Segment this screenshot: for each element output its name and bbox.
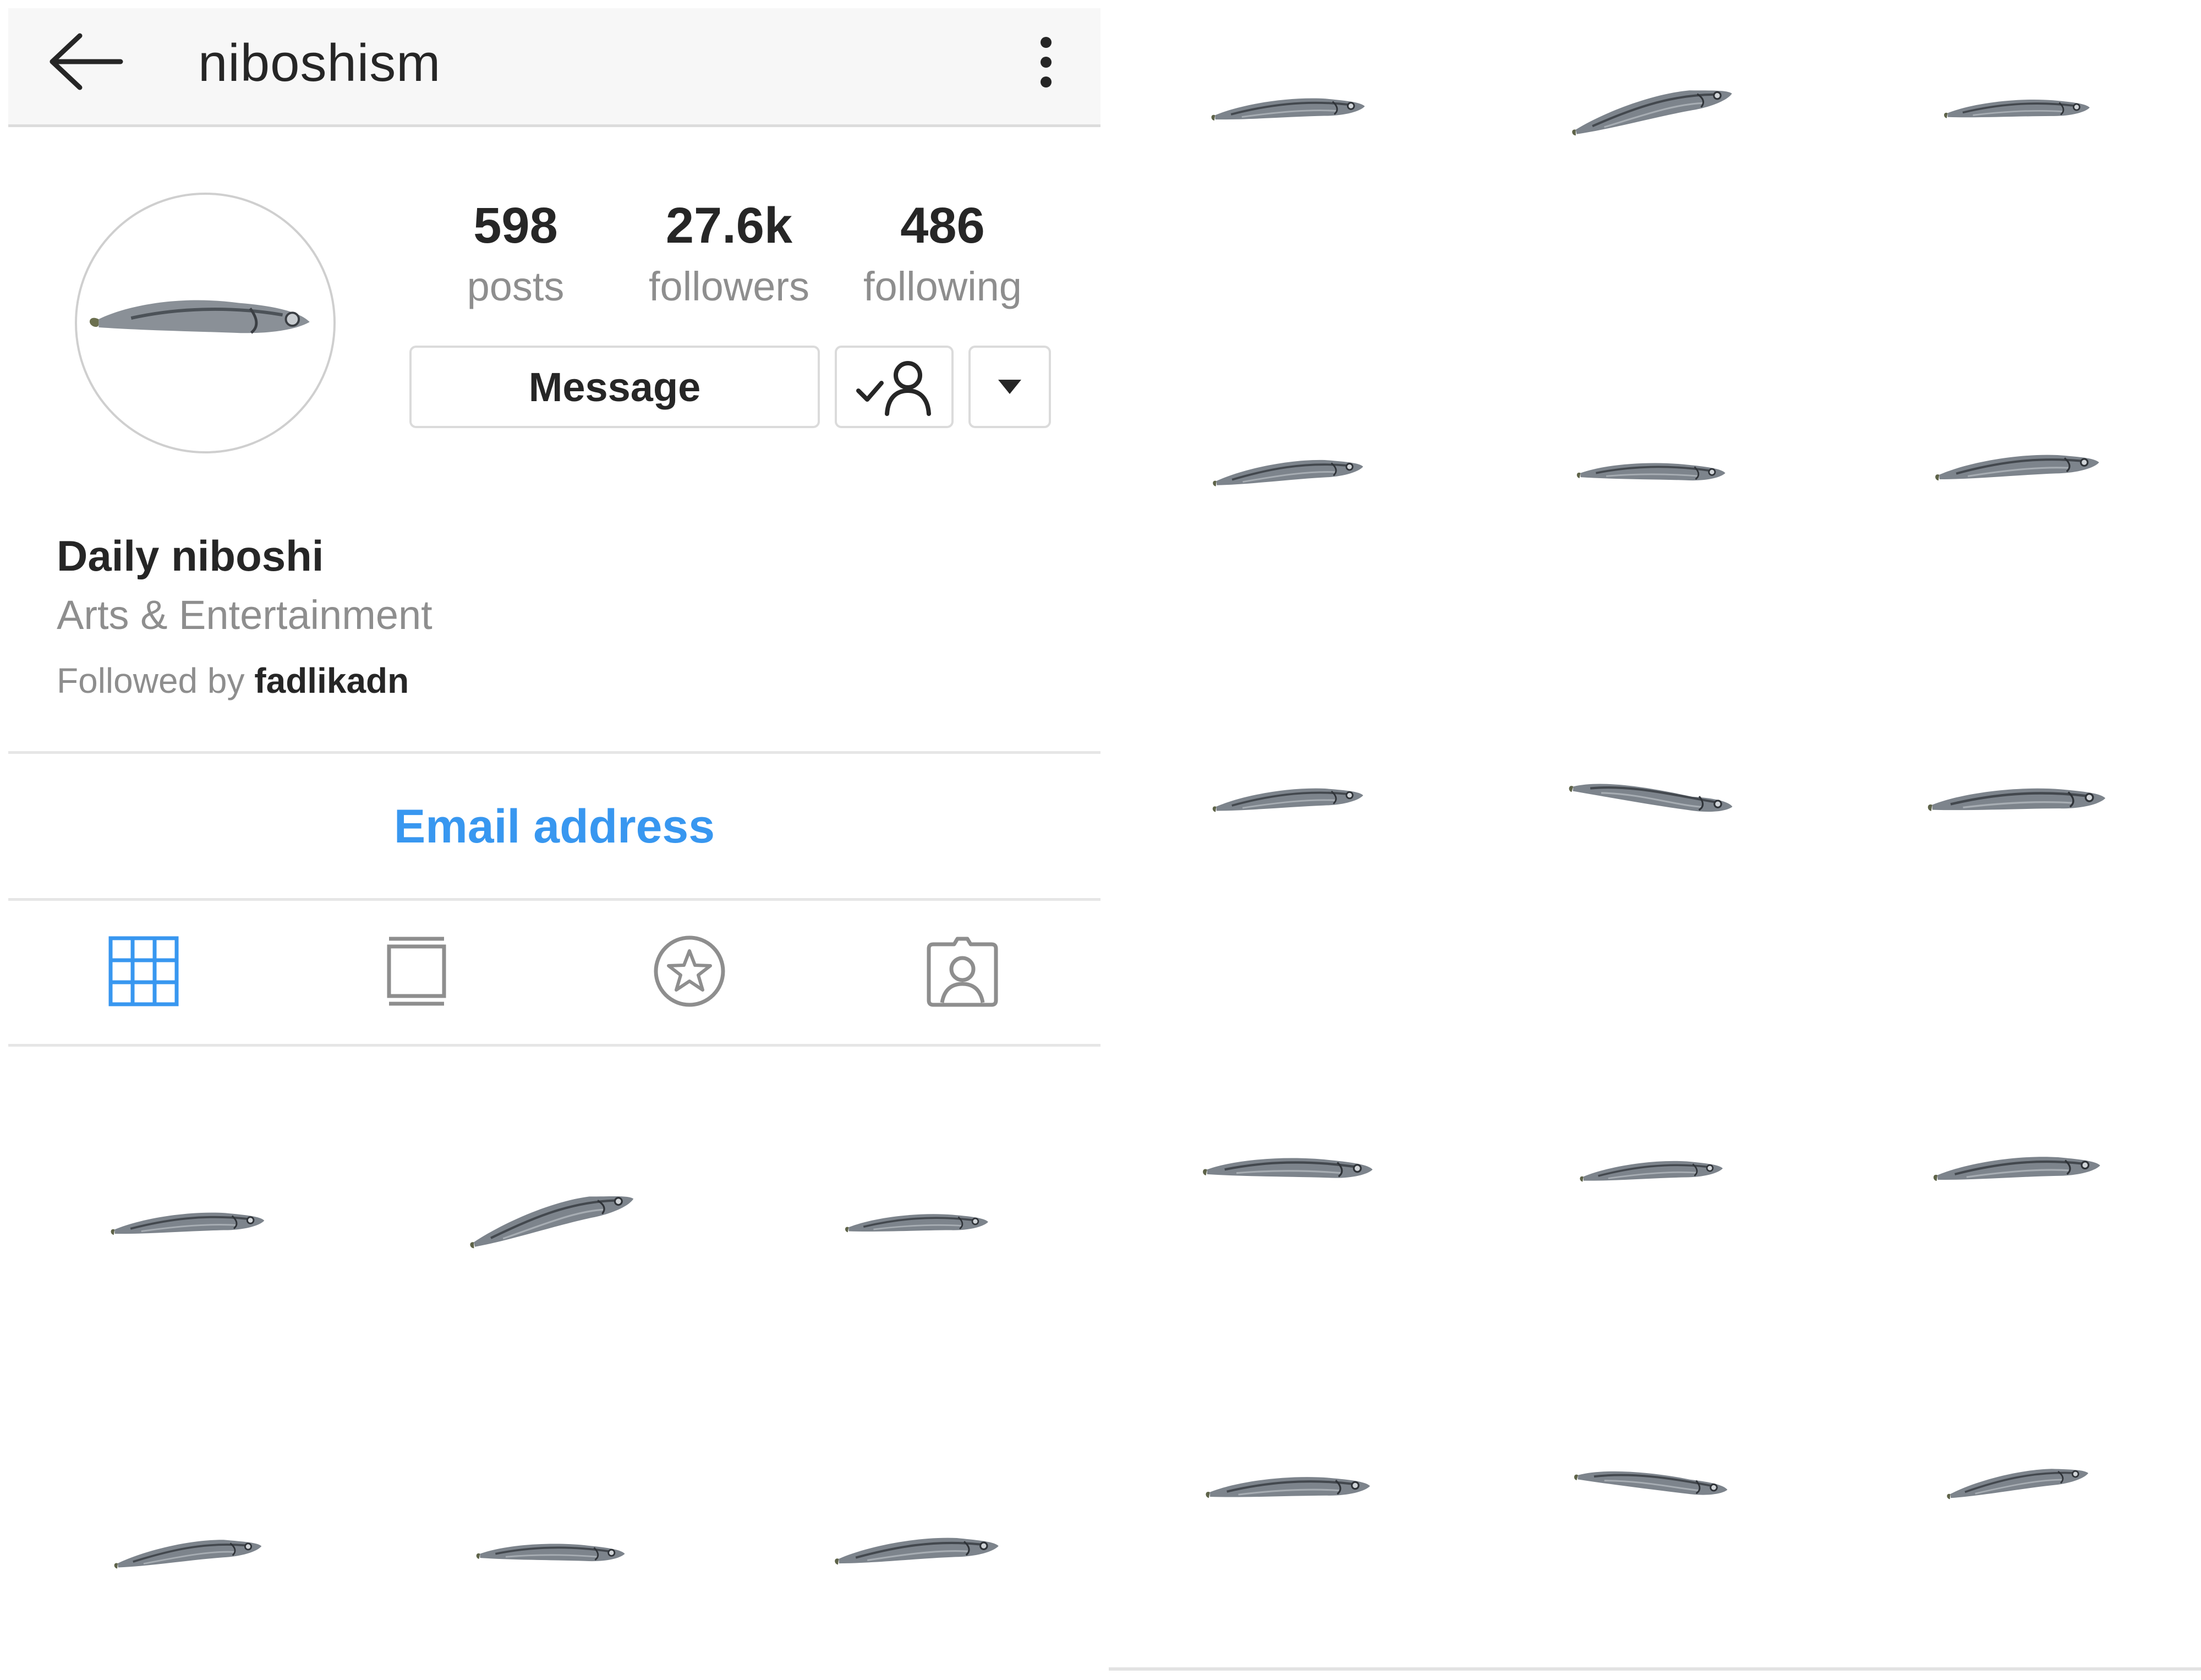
post-thumbnail[interactable] — [1109, 1392, 1469, 1667]
tab-grid[interactable] — [102, 930, 185, 1013]
post-thumbnail[interactable] — [1835, 0, 2201, 292]
fish-photo-icon — [1928, 788, 2106, 811]
fish-photo-icon — [1213, 459, 1364, 486]
post-thumbnail[interactable] — [1472, 294, 1832, 658]
feed-icon — [387, 937, 446, 1006]
fish-photo-icon — [1569, 784, 1732, 812]
post-thumbnail[interactable] — [735, 1046, 1100, 1398]
back-arrow-icon[interactable] — [48, 31, 125, 92]
tab-photos-of-you[interactable] — [921, 930, 1004, 1013]
posts-count: 598 — [473, 198, 558, 254]
followers-label: followers — [649, 264, 809, 309]
fish-photo-icon — [1935, 455, 2099, 480]
fish-photo-icon — [1946, 1468, 2088, 1499]
fish-photo-icon — [1576, 463, 1726, 481]
fish-photo-icon — [1212, 788, 1364, 812]
stat-following[interactable]: 486 following — [838, 195, 1047, 314]
fish-photo-icon — [469, 1196, 633, 1249]
top-app-bar: niboshism — [8, 8, 1100, 127]
fish-photo-icon — [1944, 99, 2090, 118]
post-thumbnail[interactable] — [371, 1046, 732, 1398]
fish-photo-icon — [1933, 1156, 2100, 1181]
followed-by-prefix: Followed by — [57, 661, 245, 701]
post-thumbnail[interactable] — [1472, 660, 1832, 1024]
posts-grid — [8, 1046, 1100, 1680]
post-thumbnail[interactable] — [1109, 0, 1469, 292]
caret-down-icon — [998, 380, 1021, 394]
post-thumbnail[interactable] — [1835, 294, 2201, 658]
post-thumbnail[interactable] — [1109, 294, 1469, 658]
divider — [1109, 1667, 2201, 1671]
fish-photo-icon — [1579, 1161, 1723, 1181]
post-thumbnail[interactable] — [8, 1400, 369, 1680]
email-address-link[interactable]: Email address — [8, 753, 1100, 900]
profile-username: niboshism — [198, 34, 441, 92]
avatar[interactable] — [75, 193, 336, 453]
post-thumbnail[interactable] — [1109, 660, 1469, 1024]
fish-photo-icon — [111, 1212, 264, 1235]
posts-grid-continued — [1109, 0, 2201, 1680]
post-thumbnail[interactable] — [1472, 1392, 1832, 1667]
bio-category: Arts & Entertainment — [57, 592, 432, 638]
tagged-star-icon — [654, 935, 725, 1007]
post-thumbnail[interactable] — [735, 1400, 1100, 1680]
fish-photo-icon — [114, 1540, 261, 1569]
followed-by-user-link[interactable]: fadlikadn — [254, 661, 409, 701]
message-button[interactable]: Message — [409, 346, 820, 428]
post-thumbnail[interactable] — [1472, 0, 1832, 292]
post-thumbnail[interactable] — [371, 1400, 732, 1680]
following-toggle-button[interactable] — [835, 346, 954, 428]
fish-photo-icon — [1211, 98, 1365, 121]
followed-by: Followed by fadlikadn — [57, 656, 409, 705]
tab-feed[interactable] — [375, 930, 458, 1013]
bio-name: Daily niboshi — [57, 532, 324, 580]
profile-panel: niboshism 598 posts 27.6k followers 486 … — [0, 0, 1106, 1680]
fish-photo-icon — [1574, 1471, 1727, 1495]
stat-posts[interactable]: 598 posts — [411, 195, 620, 314]
following-count: 486 — [900, 198, 985, 254]
post-thumbnail[interactable] — [1109, 1026, 1469, 1389]
stat-followers[interactable]: 27.6k followers — [625, 195, 834, 314]
followers-count: 27.6k — [665, 198, 793, 254]
fish-photo-icon — [845, 1213, 988, 1232]
fish-photo-icon — [1202, 1158, 1372, 1178]
post-thumbnail[interactable] — [1835, 1026, 2201, 1389]
post-thumbnail[interactable] — [1472, 1026, 1832, 1389]
fish-photo-icon — [476, 1544, 625, 1562]
user-check-icon — [856, 361, 931, 416]
fish-photo-icon — [1572, 90, 1732, 135]
tagged-photos-icon — [927, 937, 998, 1007]
suggestions-dropdown-button[interactable] — [968, 346, 1051, 428]
following-label: following — [863, 264, 1022, 309]
divider — [8, 898, 1100, 901]
post-thumbnail[interactable] — [1835, 1392, 2201, 1667]
posts-label: posts — [467, 264, 565, 309]
fish-photo-icon — [834, 1537, 999, 1564]
post-thumbnail[interactable] — [8, 1046, 369, 1398]
fish-photo-icon — [1206, 1476, 1370, 1498]
grid-icon — [108, 936, 179, 1006]
more-options-icon[interactable] — [1035, 35, 1057, 90]
post-thumbnail[interactable] — [1835, 660, 2201, 1024]
avatar-fish-image — [89, 300, 310, 334]
tab-tagged[interactable] — [648, 930, 731, 1013]
